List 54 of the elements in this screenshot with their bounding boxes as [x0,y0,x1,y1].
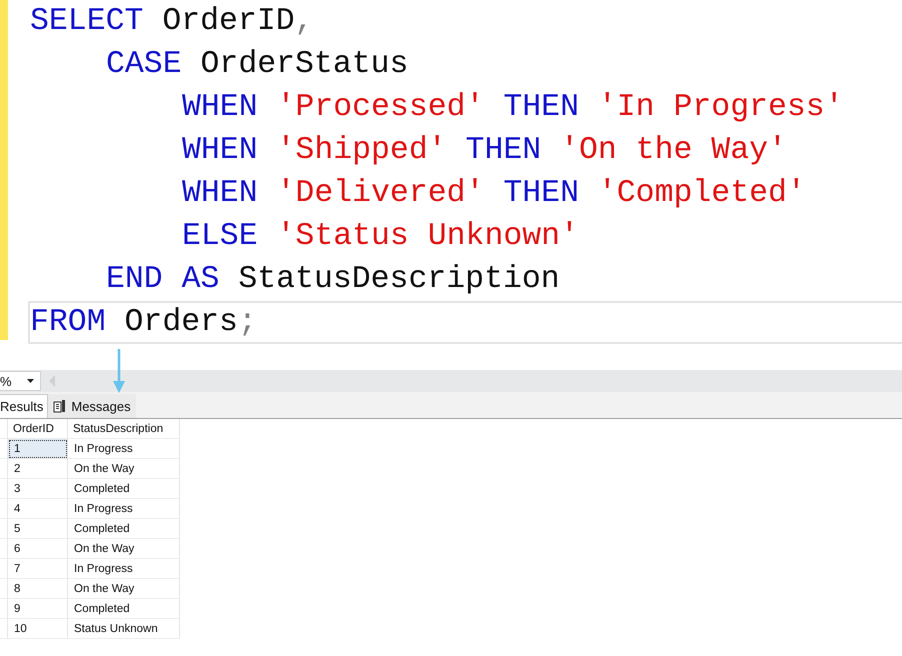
punctuation: ; [238,304,257,342]
table-cell: 2 [8,459,68,479]
results-tab[interactable]: Results [0,394,48,418]
identifier: StatusDescription [238,261,560,299]
table-cell: In Progress [68,499,180,519]
string-literal: 'Processed' [276,89,486,127]
table-cell: 9 [8,599,68,619]
sql-keyword: WHEN [182,132,259,170]
string-literal: 'On the Way' [560,132,787,170]
sql-keyword: WHEN [182,89,259,127]
table-cell: 4 [8,499,68,519]
string-literal: 'Status Unknown' [276,218,579,256]
string-literal: 'In Progress' [598,89,844,127]
sql-keyword: THEN [466,132,542,170]
table-cell: 5 [8,519,68,539]
table-cell: 8 [8,579,68,599]
table-cell: On the Way [68,579,180,599]
punctuation: , [294,3,314,41]
string-literal: 'Completed' [598,175,806,213]
column-header: OrderID [8,419,68,439]
table-cell: Completed [68,479,180,499]
table-cell: 10 [8,619,68,639]
identifier: Orders [124,304,238,342]
string-literal: 'Delivered' [276,175,486,213]
table-cell: In Progress [68,559,180,579]
table-cell: 7 [8,559,68,579]
sql-keyword: THEN [503,89,580,127]
table-cell: 1 [8,439,68,459]
identifier: OrderID [162,3,295,41]
table-cell: Status Unknown [68,619,180,639]
string-literal: 'Shipped' [276,132,448,170]
zoom-dropdown[interactable]: % [0,371,41,391]
sql-keyword: WHEN [182,175,259,213]
sql-keyword: FROM [30,304,107,342]
arrow-annotation [112,349,126,393]
sql-keyword: END AS [106,261,220,299]
zoom-value: % [0,374,12,388]
table-cell: Completed [68,519,180,539]
table-cell: In Progress [68,439,180,459]
sql-keyword: CASE [106,46,183,84]
table-cell: 6 [8,539,68,559]
sql-keyword: ELSE [182,218,259,256]
scroll-left-icon[interactable] [48,375,56,387]
sql-keyword: THEN [503,175,580,213]
document-icon [53,400,66,413]
table-cell: On the Way [68,539,180,559]
table-cell: On the Way [68,459,180,479]
table-cell: Completed [68,599,180,619]
messages-tab[interactable]: Messages [48,394,136,418]
table-cell: 3 [8,479,68,499]
column-header: StatusDescription [68,419,180,439]
identifier: OrderStatus [200,46,408,84]
sql-keyword: SELECT [30,3,144,41]
caret-icon [27,379,34,383]
